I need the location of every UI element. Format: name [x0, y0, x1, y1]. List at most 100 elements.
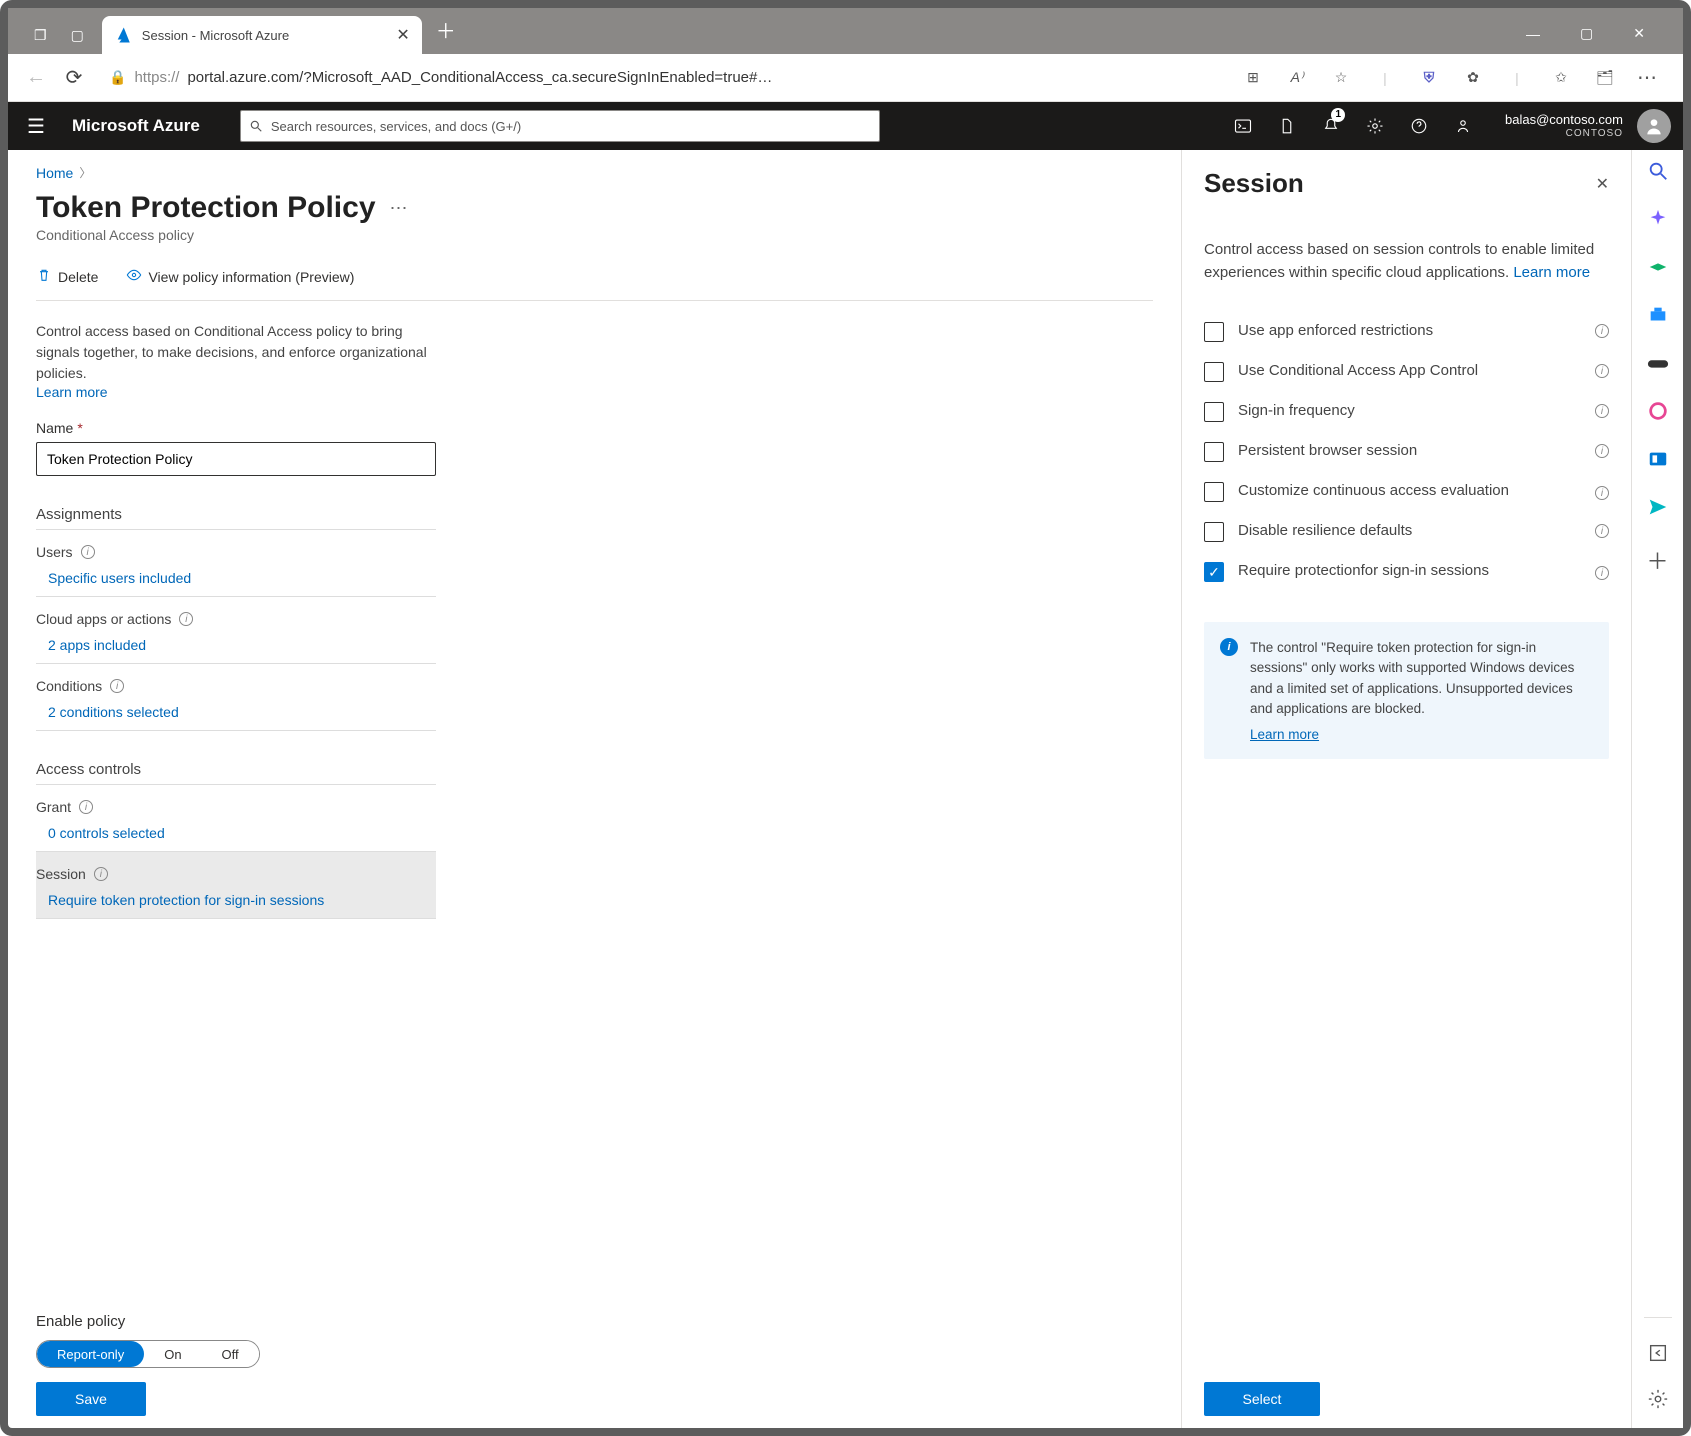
ublock-icon[interactable]: ⛨ — [1419, 69, 1439, 86]
view-policy-info-button[interactable]: View policy information (Preview) — [126, 267, 354, 286]
minimize-icon[interactable]: — — [1526, 26, 1540, 42]
breadcrumb-home[interactable]: Home — [36, 165, 73, 181]
conditions-item[interactable]: Conditions i 2 conditions selected — [36, 664, 436, 731]
url-text: portal.azure.com/?Microsoft_AAD_Conditio… — [187, 69, 772, 86]
checkbox[interactable] — [1204, 362, 1224, 382]
close-window-icon[interactable]: ✕ — [1633, 25, 1645, 42]
edge-add-icon[interactable]: ＋ — [1647, 544, 1669, 566]
info-icon[interactable]: i — [1595, 486, 1609, 500]
azure-top-bar: ☰ Microsoft Azure Search resources, serv… — [8, 102, 1683, 150]
check-persistent-browser[interactable]: Persistent browser session i — [1204, 432, 1609, 472]
tab-actions-icon[interactable]: ▢ — [71, 27, 84, 44]
favorites-bar-icon[interactable]: ✩ — [1551, 69, 1571, 86]
edge-bing-icon[interactable] — [1647, 208, 1669, 230]
check-require-protection[interactable]: ✓ Require protectionfor sign-in sessions… — [1204, 552, 1609, 592]
browser-menu-icon[interactable]: ⋯ — [1629, 65, 1667, 90]
avatar[interactable] — [1637, 109, 1671, 143]
address-bar-actions: ⊞ A⁾ ☆ | ⛨ ✿ | ✩ 🗂 — [1243, 69, 1615, 86]
users-item[interactable]: Users i Specific users included — [36, 530, 436, 597]
info-icon[interactable]: i — [79, 800, 93, 814]
edge-shopping-icon[interactable] — [1647, 256, 1669, 278]
info-icon[interactable]: i — [1595, 404, 1609, 418]
users-link[interactable]: Specific users included — [36, 560, 432, 586]
save-button[interactable]: Save — [36, 1382, 146, 1416]
delete-button[interactable]: Delete — [36, 267, 98, 286]
extensions-icon[interactable]: ✿ — [1463, 69, 1483, 86]
enable-policy-toggle[interactable]: Report-only On Off — [36, 1340, 260, 1368]
address-field[interactable]: 🔒 https://portal.azure.com/?Microsoft_AA… — [100, 62, 1229, 94]
panel-learn-more-link[interactable]: Learn more — [1513, 264, 1590, 281]
info-icon[interactable]: i — [1595, 524, 1609, 538]
refresh-icon[interactable]: ⟳ — [62, 65, 86, 90]
checkbox[interactable] — [1204, 522, 1224, 542]
favorite-icon[interactable]: ☆ — [1331, 69, 1351, 86]
checkbox[interactable] — [1204, 322, 1224, 342]
new-tab-button[interactable]: ＋ — [422, 15, 470, 54]
checkbox[interactable] — [1204, 482, 1224, 502]
check-signin-frequency[interactable]: Sign-in frequency i — [1204, 392, 1609, 432]
info-icon[interactable]: i — [179, 612, 193, 626]
info-icon[interactable]: i — [1595, 324, 1609, 338]
top-bar-icons: 1 — [1221, 102, 1485, 150]
help-icon[interactable] — [1397, 102, 1441, 150]
cloud-shell-icon[interactable] — [1221, 102, 1265, 150]
name-input[interactable] — [36, 442, 436, 476]
read-aloud-icon[interactable]: A⁾ — [1287, 69, 1307, 86]
edge-games-icon[interactable] — [1647, 352, 1669, 374]
azure-brand[interactable]: Microsoft Azure — [64, 116, 228, 136]
session-item[interactable]: Session i Require token protection for s… — [36, 852, 436, 919]
select-button[interactable]: Select — [1204, 1382, 1320, 1416]
checkbox-checked[interactable]: ✓ — [1204, 562, 1224, 582]
settings-icon[interactable] — [1353, 102, 1397, 150]
edge-search-icon[interactable] — [1647, 160, 1669, 182]
policy-learn-more-link[interactable]: Learn more — [36, 384, 1153, 400]
account-info[interactable]: balas@contoso.com CONTOSO — [1485, 112, 1631, 140]
page-title-more-icon[interactable]: ⋯ — [390, 198, 410, 219]
edge-settings-icon[interactable] — [1647, 1388, 1669, 1410]
session-link[interactable]: Require token protection for sign-in ses… — [36, 882, 432, 908]
info-icon[interactable]: i — [1595, 566, 1609, 580]
browser-tab-active[interactable]: Session - Microsoft Azure ✕ — [102, 16, 422, 54]
grant-item[interactable]: Grant i 0 controls selected — [36, 785, 436, 852]
checkbox[interactable] — [1204, 402, 1224, 422]
workspaces-icon[interactable]: ❐ — [34, 27, 47, 44]
check-disable-resilience[interactable]: Disable resilience defaults i — [1204, 512, 1609, 552]
check-cae[interactable]: Customize continuous access evaluation i — [1204, 472, 1609, 512]
notifications-icon[interactable]: 1 — [1309, 102, 1353, 150]
info-card-text: The control "Require token protection fo… — [1250, 640, 1574, 716]
edge-m365-icon[interactable] — [1647, 400, 1669, 422]
feedback-icon[interactable] — [1441, 102, 1485, 150]
portal-menu-icon[interactable]: ☰ — [20, 114, 52, 139]
check-caac[interactable]: Use Conditional Access App Control i — [1204, 352, 1609, 392]
toggle-report-only[interactable]: Report-only — [37, 1341, 144, 1367]
grant-link[interactable]: 0 controls selected — [36, 815, 432, 841]
check-app-enforced[interactable]: Use app enforced restrictions i — [1204, 312, 1609, 352]
edge-tools-icon[interactable] — [1647, 304, 1669, 326]
maximize-icon[interactable]: ▢ — [1580, 25, 1593, 42]
nav-back-icon[interactable]: ← — [24, 66, 48, 89]
edge-collapse-icon[interactable] — [1647, 1342, 1669, 1364]
info-icon[interactable]: i — [1595, 444, 1609, 458]
edge-outlook-icon[interactable] — [1647, 448, 1669, 470]
session-panel: Session ✕ Control access based on sessio… — [1181, 150, 1631, 1428]
edge-send-icon[interactable] — [1647, 496, 1669, 518]
breadcrumb: Home 〉 — [36, 164, 1153, 181]
info-icon[interactable]: i — [1595, 364, 1609, 378]
checkbox[interactable] — [1204, 442, 1224, 462]
cloud-apps-item[interactable]: Cloud apps or actions i 2 apps included — [36, 597, 436, 664]
info-icon[interactable]: i — [81, 545, 95, 559]
copilot-icon[interactable] — [1265, 102, 1309, 150]
toggle-on[interactable]: On — [144, 1341, 201, 1367]
collections-icon[interactable]: 🗂 — [1595, 69, 1615, 86]
global-search[interactable]: Search resources, services, and docs (G+… — [240, 110, 880, 142]
app-install-icon[interactable]: ⊞ — [1243, 69, 1263, 86]
info-icon[interactable]: i — [94, 867, 108, 881]
conditions-link[interactable]: 2 conditions selected — [36, 694, 432, 720]
info-card-learn-more-link[interactable]: Learn more — [1250, 725, 1591, 745]
toggle-off[interactable]: Off — [202, 1341, 259, 1367]
info-icon[interactable]: i — [110, 679, 124, 693]
browser-tab-strip: ❐ ▢ Session - Microsoft Azure ✕ ＋ — ▢ ✕ — [8, 8, 1683, 54]
panel-close-icon[interactable]: ✕ — [1596, 174, 1609, 194]
cloud-apps-link[interactable]: 2 apps included — [36, 627, 432, 653]
tab-close-icon[interactable]: ✕ — [396, 25, 409, 45]
